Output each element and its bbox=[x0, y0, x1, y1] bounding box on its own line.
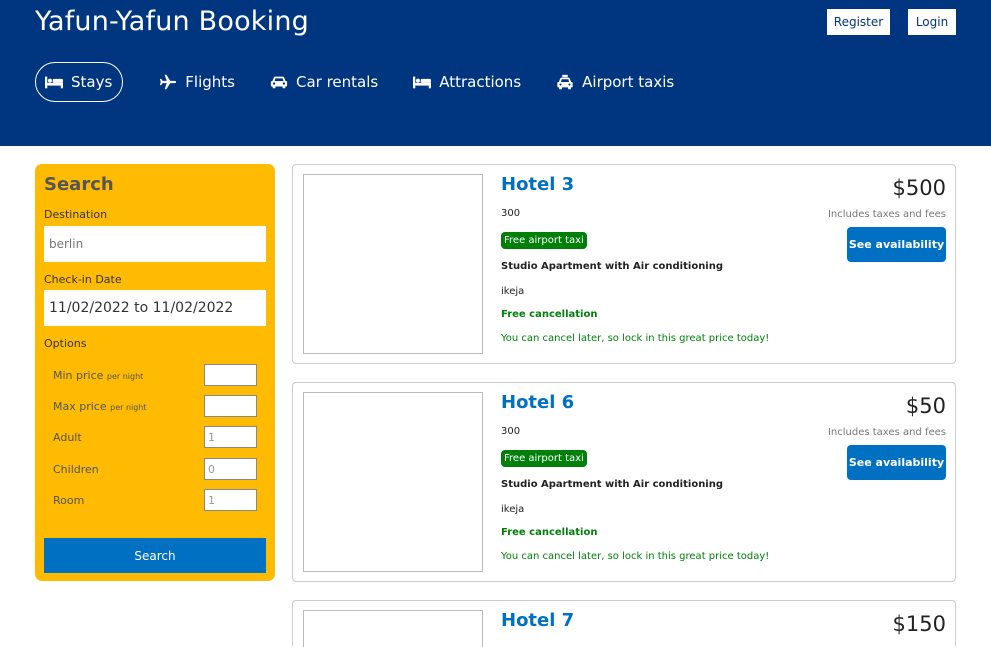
hotel-price: $150 bbox=[892, 612, 946, 636]
option-label: Max price per night bbox=[53, 399, 147, 413]
site-header: Yafun-Yafun Booking Register Login Stays… bbox=[0, 0, 991, 146]
login-button[interactable]: Login bbox=[908, 9, 956, 35]
see-availability-button[interactable]: See availability bbox=[847, 227, 946, 262]
hotel-image[interactable] bbox=[303, 392, 483, 572]
option-label: Room bbox=[53, 493, 85, 507]
option-row-adult: Adult 1 bbox=[53, 426, 257, 448]
brand-title: Yafun-Yafun Booking bbox=[35, 6, 309, 37]
search-button[interactable]: Search bbox=[44, 538, 266, 573]
taxi-badge: Free airport taxi bbox=[501, 450, 587, 467]
min-price-input[interactable] bbox=[204, 364, 257, 386]
hotel-name[interactable]: Hotel 7 bbox=[501, 610, 574, 631]
taxi-icon bbox=[557, 74, 573, 90]
nav-label: Car rentals bbox=[295, 73, 379, 91]
hotel-image[interactable] bbox=[303, 174, 483, 354]
hotel-price: $500 bbox=[892, 176, 946, 200]
nav-label: Stays bbox=[71, 73, 113, 91]
search-result-item: Hotel 6 300 Free airport taxi Studio Apa… bbox=[292, 382, 956, 582]
hotel-distance: 300 bbox=[501, 426, 521, 437]
nav-item-attractions[interactable]: Attractions bbox=[413, 62, 521, 102]
adult-input[interactable]: 1 bbox=[204, 426, 257, 448]
checkin-label: Check-in Date bbox=[44, 273, 122, 286]
taxes-note: Includes taxes and fees bbox=[827, 427, 946, 438]
free-cancellation: Free cancellation bbox=[501, 527, 598, 538]
hotel-location: ikeja bbox=[501, 504, 525, 515]
taxes-note: Includes taxes and fees bbox=[827, 209, 946, 220]
destination-label: Destination bbox=[44, 208, 108, 221]
option-label: Adult bbox=[53, 430, 82, 444]
option-label: Min price per night bbox=[53, 368, 144, 382]
nav-label: Airport taxis bbox=[582, 73, 675, 91]
hotel-name[interactable]: Hotel 3 bbox=[501, 174, 574, 195]
options-label: Options bbox=[44, 337, 87, 350]
free-cancellation: Free cancellation bbox=[501, 309, 598, 320]
register-button[interactable]: Register bbox=[827, 9, 890, 35]
hotel-subtitle: Studio Apartment with Air conditioning bbox=[501, 261, 724, 272]
plane-icon bbox=[160, 74, 177, 90]
cancellation-note: You can cancel later, so lock in this gr… bbox=[501, 333, 770, 344]
option-row-max-price: Max price per night bbox=[53, 395, 257, 417]
search-panel: Search Destination berlin Check-in Date … bbox=[35, 164, 275, 581]
cancellation-note: You can cancel later, so lock in this gr… bbox=[501, 551, 770, 562]
checkin-date-field[interactable]: 11/02/2022 to 11/02/2022 bbox=[44, 290, 266, 326]
option-row-min-price: Min price per night bbox=[53, 364, 257, 386]
bed-icon bbox=[413, 76, 432, 89]
hotel-name[interactable]: Hotel 6 bbox=[501, 392, 574, 413]
hotel-distance: 300 bbox=[501, 208, 521, 219]
nav-item-airport-taxis[interactable]: Airport taxis bbox=[556, 62, 674, 102]
children-input[interactable]: 0 bbox=[204, 458, 257, 480]
nav-item-stays[interactable]: Stays bbox=[35, 62, 124, 102]
nav-item-flights[interactable]: Flights bbox=[159, 62, 235, 102]
taxi-badge: Free airport taxi bbox=[501, 232, 587, 249]
option-row-children: Children 0 bbox=[53, 458, 257, 480]
search-title: Search bbox=[44, 174, 114, 195]
car-icon bbox=[270, 76, 288, 89]
hotel-location: ikeja bbox=[501, 286, 525, 297]
nav-label: Flights bbox=[185, 73, 235, 91]
hotel-price: $50 bbox=[905, 394, 946, 418]
see-availability-button[interactable]: See availability bbox=[847, 445, 946, 480]
hotel-image[interactable] bbox=[303, 610, 483, 647]
destination-input[interactable]: berlin bbox=[44, 226, 266, 262]
option-label: Children bbox=[53, 462, 99, 476]
max-price-input[interactable] bbox=[204, 395, 257, 417]
bed-icon bbox=[45, 76, 63, 89]
search-result-item: Hotel 3 300 Free airport taxi Studio Apa… bbox=[292, 164, 956, 364]
nav-label: Attractions bbox=[439, 73, 522, 91]
hotel-subtitle: Studio Apartment with Air conditioning bbox=[501, 479, 724, 490]
main-nav: Stays Flights Car rentals Attractions Ai… bbox=[35, 62, 709, 102]
search-result-item: Hotel 7 $150 bbox=[292, 600, 956, 647]
nav-item-car-rentals[interactable]: Car rentals bbox=[270, 62, 378, 102]
room-input[interactable]: 1 bbox=[204, 489, 257, 511]
option-row-room: Room 1 bbox=[53, 489, 257, 511]
